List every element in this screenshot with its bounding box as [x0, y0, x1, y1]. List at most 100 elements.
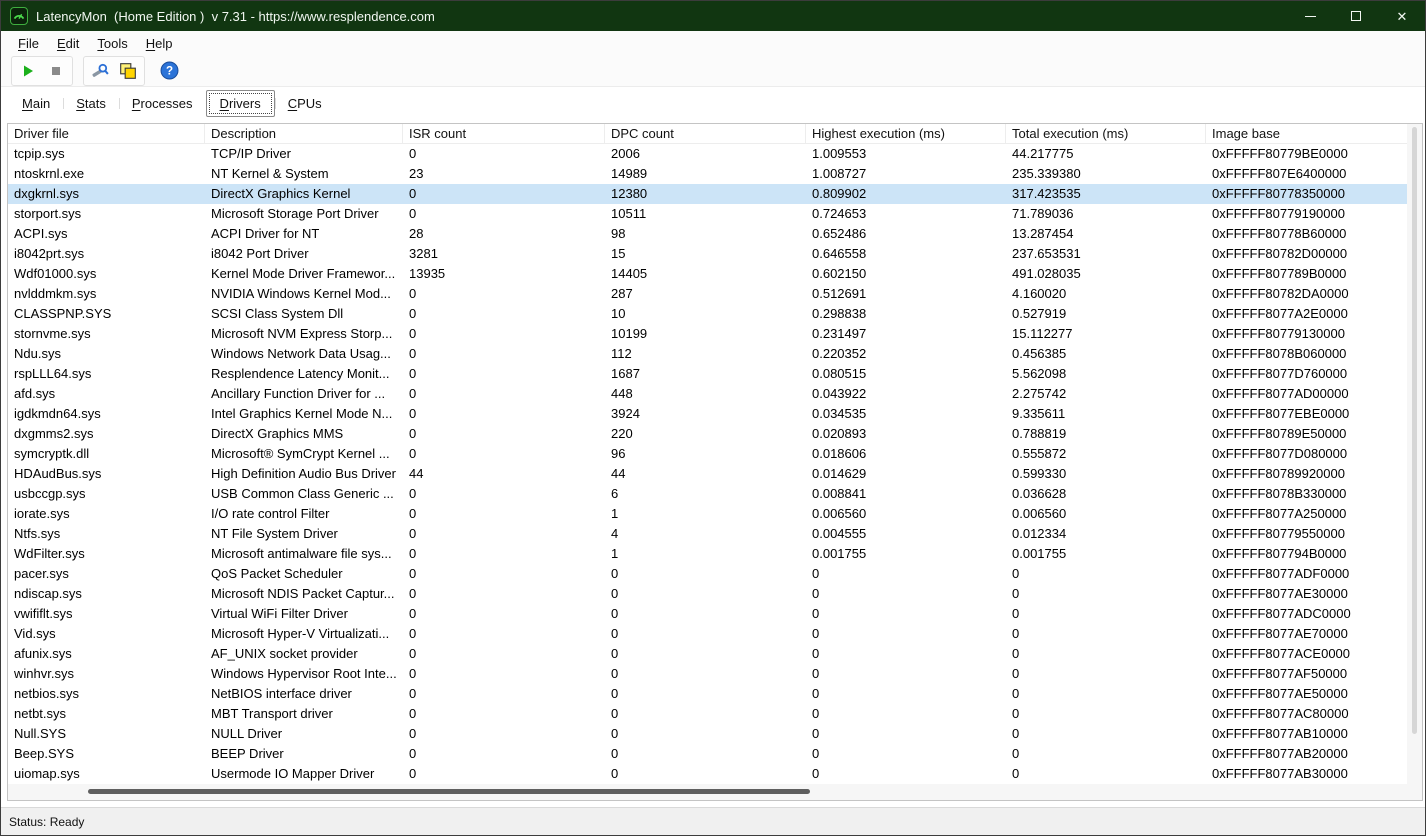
stop-monitor-button[interactable]: [42, 59, 70, 83]
table-cell: Ancillary Function Driver for ...: [205, 384, 403, 404]
table-row[interactable]: winhvr.sysWindows Hypervisor Root Inte..…: [8, 664, 1407, 684]
table-cell: 0xFFFFF80782D00000: [1206, 244, 1407, 264]
vertical-scrollbar-thumb[interactable]: [1412, 127, 1417, 734]
table-body: tcpip.sysTCP/IP Driver020061.00955344.21…: [8, 144, 1407, 784]
horizontal-scrollbar[interactable]: [8, 784, 1407, 800]
column-header[interactable]: Description: [205, 124, 403, 143]
window-controls: ✕: [1287, 1, 1425, 31]
table-cell: 0: [403, 564, 605, 584]
menu-help[interactable]: Help: [137, 33, 182, 54]
column-header[interactable]: Driver file: [8, 124, 205, 143]
column-header[interactable]: Image base: [1206, 124, 1407, 143]
tab-cpus[interactable]: CPUs: [275, 91, 335, 116]
close-button[interactable]: ✕: [1379, 1, 1425, 31]
table-cell: 0.018606: [806, 444, 1006, 464]
table-cell: 0: [1006, 744, 1206, 764]
table-row[interactable]: pacer.sysQoS Packet Scheduler00000xFFFFF…: [8, 564, 1407, 584]
table-cell: stornvme.sys: [8, 324, 205, 344]
table-row[interactable]: symcryptk.dllMicrosoft® SymCrypt Kernel …: [8, 444, 1407, 464]
table-cell: 0.036628: [1006, 484, 1206, 504]
table-row[interactable]: WdFilter.sysMicrosoft antimalware file s…: [8, 544, 1407, 564]
status-bar: Status: Ready: [1, 807, 1425, 835]
table-row[interactable]: netbt.sysMBT Transport driver00000xFFFFF…: [8, 704, 1407, 724]
table-row[interactable]: stornvme.sysMicrosoft NVM Express Storp.…: [8, 324, 1407, 344]
table-cell: uiomap.sys: [8, 764, 205, 784]
table-row[interactable]: afd.sysAncillary Function Driver for ...…: [8, 384, 1407, 404]
table-cell: 10: [605, 304, 806, 324]
table-row[interactable]: Beep.SYSBEEP Driver00000xFFFFF8077AB2000…: [8, 744, 1407, 764]
tab-drivers[interactable]: Drivers: [206, 90, 275, 117]
help-button[interactable]: ?: [155, 59, 183, 83]
vertical-scrollbar[interactable]: [1407, 124, 1422, 784]
minimize-button[interactable]: [1287, 1, 1333, 31]
table-cell: 44.217775: [1006, 144, 1206, 164]
maximize-button[interactable]: [1333, 1, 1379, 31]
table-cell: 235.339380: [1006, 164, 1206, 184]
latencymon-logo-icon: [12, 9, 26, 23]
table-cell: 0.001755: [806, 544, 1006, 564]
table-cell: 0: [403, 204, 605, 224]
table-cell: 0xFFFFF8077AC80000: [1206, 704, 1407, 724]
table-row[interactable]: netbios.sysNetBIOS interface driver00000…: [8, 684, 1407, 704]
table-cell: 0xFFFFF8077AB30000: [1206, 764, 1407, 784]
table-row[interactable]: dxgmms2.sysDirectX Graphics MMS02200.020…: [8, 424, 1407, 444]
menu-edit[interactable]: Edit: [48, 33, 88, 54]
horizontal-scrollbar-thumb[interactable]: [88, 789, 810, 794]
table-row[interactable]: ndiscap.sysMicrosoft NDIS Packet Captur.…: [8, 584, 1407, 604]
table-cell: Beep.SYS: [8, 744, 205, 764]
table-row[interactable]: CLASSPNP.SYSSCSI Class System Dll0100.29…: [8, 304, 1407, 324]
table-cell: 15: [605, 244, 806, 264]
table-cell: WdFilter.sys: [8, 544, 205, 564]
table-row[interactable]: usbccgp.sysUSB Common Class Generic ...0…: [8, 484, 1407, 504]
column-header[interactable]: ISR count: [403, 124, 605, 143]
monitor-button-group: [11, 56, 73, 86]
table-row[interactable]: iorate.sysI/O rate control Filter010.006…: [8, 504, 1407, 524]
menu-file[interactable]: File: [9, 33, 48, 54]
table-cell: 0: [403, 444, 605, 464]
tab-stats[interactable]: Stats: [63, 91, 119, 116]
table-cell: 0: [1006, 684, 1206, 704]
table-row[interactable]: rspLLL64.sysResplendence Latency Monit..…: [8, 364, 1407, 384]
report-button[interactable]: [114, 59, 142, 83]
table-cell: 0: [605, 764, 806, 784]
table-row[interactable]: nvlddmkm.sysNVIDIA Windows Kernel Mod...…: [8, 284, 1407, 304]
table-cell: 0: [1006, 564, 1206, 584]
table-row[interactable]: ntoskrnl.exeNT Kernel & System23149891.0…: [8, 164, 1407, 184]
status-text: Status: Ready: [9, 815, 84, 829]
table-row[interactable]: dxgkrnl.sysDirectX Graphics Kernel012380…: [8, 184, 1407, 204]
table-cell: 0: [403, 644, 605, 664]
column-header[interactable]: DPC count: [605, 124, 806, 143]
table-row[interactable]: Wdf01000.sysKernel Mode Driver Framewor.…: [8, 264, 1407, 284]
table-row[interactable]: igdkmdn64.sysIntel Graphics Kernel Mode …: [8, 404, 1407, 424]
table-row[interactable]: Null.SYSNULL Driver00000xFFFFF8077AB1000…: [8, 724, 1407, 744]
table-cell: NT File System Driver: [205, 524, 403, 544]
table-row[interactable]: uiomap.sysUsermode IO Mapper Driver00000…: [8, 764, 1407, 784]
table-cell: I/O rate control Filter: [205, 504, 403, 524]
table-row[interactable]: vwififlt.sysVirtual WiFi Filter Driver00…: [8, 604, 1407, 624]
table-row[interactable]: HDAudBus.sysHigh Definition Audio Bus Dr…: [8, 464, 1407, 484]
table-row[interactable]: tcpip.sysTCP/IP Driver020061.00955344.21…: [8, 144, 1407, 164]
table-cell: CLASSPNP.SYS: [8, 304, 205, 324]
table-cell: storport.sys: [8, 204, 205, 224]
table-cell: 0: [806, 564, 1006, 584]
table-row[interactable]: i8042prt.sysi8042 Port Driver3281150.646…: [8, 244, 1407, 264]
table-cell: 0xFFFFF80779550000: [1206, 524, 1407, 544]
table-cell: 0: [605, 684, 806, 704]
options-button[interactable]: [86, 59, 114, 83]
windows-stack-icon: [119, 62, 137, 80]
menu-tools[interactable]: Tools: [88, 33, 136, 54]
column-header[interactable]: Highest execution (ms): [806, 124, 1006, 143]
table-row[interactable]: Ntfs.sysNT File System Driver040.0045550…: [8, 524, 1407, 544]
table-row[interactable]: Ndu.sysWindows Network Data Usag...01120…: [8, 344, 1407, 364]
start-monitor-button[interactable]: [14, 59, 42, 83]
table-row[interactable]: afunix.sysAF_UNIX socket provider00000xF…: [8, 644, 1407, 664]
stop-icon: [48, 63, 64, 79]
table-cell: 0: [403, 424, 605, 444]
table-cell: MBT Transport driver: [205, 704, 403, 724]
tab-main[interactable]: Main: [9, 91, 63, 116]
table-row[interactable]: storport.sysMicrosoft Storage Port Drive…: [8, 204, 1407, 224]
tab-processes[interactable]: Processes: [119, 91, 206, 116]
column-header[interactable]: Total execution (ms): [1006, 124, 1206, 143]
table-row[interactable]: Vid.sysMicrosoft Hyper-V Virtualizati...…: [8, 624, 1407, 644]
table-row[interactable]: ACPI.sysACPI Driver for NT28980.65248613…: [8, 224, 1407, 244]
